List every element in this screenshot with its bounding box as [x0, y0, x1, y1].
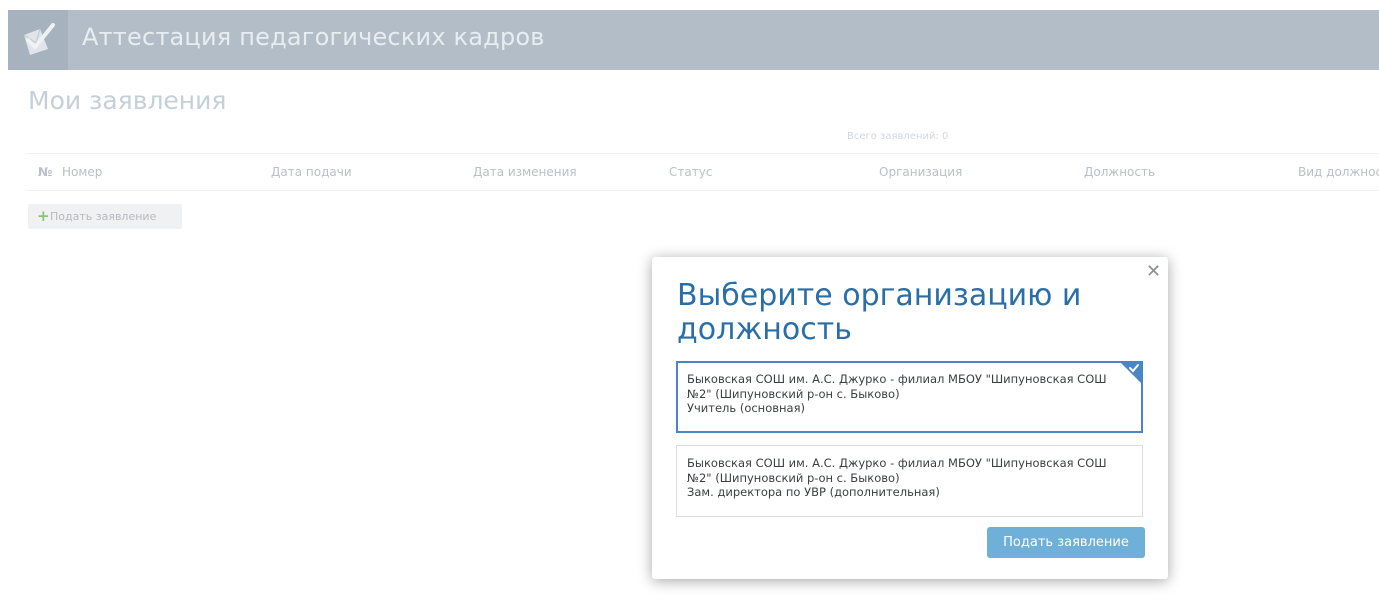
option-position: Учитель (основная) [687, 401, 805, 415]
organization-option-2[interactable]: Быковская СОШ им. А.С. Джурко - филиал М… [676, 445, 1143, 517]
select-organization-dialog: ✕ Выберите организацию и должность Быков… [652, 257, 1168, 579]
check-icon [1129, 364, 1139, 373]
option-org-line: №2" (Шипуновский р-он с. Быково) [687, 386, 900, 401]
submit-application-button[interactable]: Подать заявление [987, 527, 1145, 558]
option-org-line: №2" (Шипуновский р-он с. Быково) [687, 470, 900, 485]
dialog-title: Выберите организацию и должность [677, 278, 1082, 347]
option-org-line: Быковская СОШ им. А.С. Джурко - филиал М… [687, 456, 1107, 470]
option-org-line: Быковская СОШ им. А.С. Джурко - филиал М… [687, 372, 1107, 386]
organization-option-1[interactable]: Быковская СОШ им. А.С. Джурко - филиал М… [676, 361, 1143, 433]
option-text: Быковская СОШ им. А.С. Джурко - филиал М… [687, 456, 1137, 500]
option-text: Быковская СОШ им. А.С. Джурко - филиал М… [687, 372, 1137, 416]
close-icon[interactable]: ✕ [1146, 262, 1161, 282]
option-position: Зам. директора по УВР (дополнительная) [687, 485, 940, 499]
